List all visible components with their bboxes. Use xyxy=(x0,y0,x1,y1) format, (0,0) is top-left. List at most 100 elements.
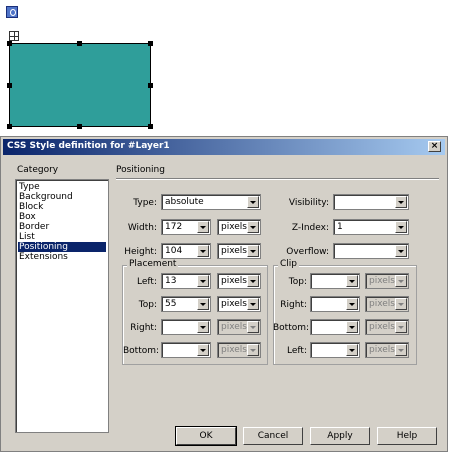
placement-bottom-label: Bottom: xyxy=(123,346,160,356)
chevron-down-icon[interactable] xyxy=(197,275,209,287)
resize-handle-bottom-left[interactable] xyxy=(7,124,12,129)
placement-left-label: Left: xyxy=(137,277,157,287)
chevron-down-icon xyxy=(395,298,407,310)
category-item-border[interactable]: Border xyxy=(18,222,106,232)
visibility-select[interactable] xyxy=(333,194,409,210)
ok-button[interactable]: OK xyxy=(175,426,237,446)
chevron-down-icon[interactable] xyxy=(395,221,407,233)
panel-divider xyxy=(116,178,439,179)
resize-handle-bottom-middle[interactable] xyxy=(77,124,82,129)
chevron-down-icon[interactable] xyxy=(247,221,259,233)
placement-bottom-input[interactable] xyxy=(161,342,211,358)
clip-right-label: Right: xyxy=(280,300,307,310)
width-input[interactable]: 172 xyxy=(161,219,211,235)
placement-bottom-unit-value: pixels xyxy=(221,345,247,355)
height-unit-value: pixels xyxy=(221,246,247,256)
help-button[interactable]: Help xyxy=(377,427,437,445)
layer-selection-handle-icon[interactable] xyxy=(9,31,19,41)
clip-top-input[interactable] xyxy=(310,273,360,289)
width-unit-select[interactable]: pixels xyxy=(217,219,261,235)
chevron-down-icon[interactable] xyxy=(346,344,358,356)
category-item-positioning[interactable]: Positioning xyxy=(18,242,106,252)
close-icon[interactable]: × xyxy=(428,141,441,152)
placement-top-input[interactable]: 55 xyxy=(161,296,211,312)
category-item-block[interactable]: Block xyxy=(18,202,106,212)
panel-title: Positioning xyxy=(116,165,165,175)
chevron-down-icon[interactable] xyxy=(346,275,358,287)
chevron-down-icon[interactable] xyxy=(197,221,209,233)
resize-handle-top-left[interactable] xyxy=(7,41,12,46)
clip-bottom-unit-select: pixels xyxy=(365,319,409,335)
chevron-down-icon[interactable] xyxy=(346,298,358,310)
chevron-down-icon[interactable] xyxy=(395,245,407,257)
chevron-down-icon[interactable] xyxy=(247,298,259,310)
clip-left-unit-value: pixels xyxy=(369,345,395,355)
category-list[interactable]: Type Background Block Box Border List Po… xyxy=(15,179,109,433)
chevron-down-icon[interactable] xyxy=(247,245,259,257)
apply-button[interactable]: Apply xyxy=(310,427,370,445)
clip-right-unit-value: pixels xyxy=(369,299,395,309)
clip-bottom-input[interactable] xyxy=(310,319,360,335)
clip-right-input[interactable] xyxy=(310,296,360,312)
zindex-label: Z-Index: xyxy=(291,223,329,233)
chevron-down-icon[interactable] xyxy=(197,321,209,333)
overflow-label: Overflow: xyxy=(286,247,329,257)
chevron-down-icon[interactable] xyxy=(247,196,259,208)
clip-right-unit-select: pixels xyxy=(365,296,409,312)
placement-legend: Placement xyxy=(127,259,179,269)
height-value: 104 xyxy=(165,246,183,256)
width-unit-value: pixels xyxy=(221,222,247,232)
clip-left-label: Left: xyxy=(287,346,307,356)
chevron-down-icon[interactable] xyxy=(395,196,407,208)
placement-right-unit-select: pixels xyxy=(217,319,261,335)
placement-top-label: Top: xyxy=(138,300,157,310)
placement-right-input[interactable] xyxy=(161,319,211,335)
clip-bottom-unit-value: pixels xyxy=(369,322,395,332)
chevron-down-icon xyxy=(395,275,407,287)
resize-handle-middle-right[interactable] xyxy=(148,83,153,88)
clip-left-input[interactable] xyxy=(310,342,360,358)
layer1-box[interactable] xyxy=(9,43,151,127)
dialog-titlebar[interactable]: CSS Style definition for #Layer1 × xyxy=(3,139,445,155)
clip-top-unit-select: pixels xyxy=(365,273,409,289)
resize-handle-top-middle[interactable] xyxy=(77,41,82,46)
type-label: Type: xyxy=(133,198,157,208)
height-unit-select[interactable]: pixels xyxy=(217,243,261,259)
zindex-input[interactable]: 1 xyxy=(333,219,409,235)
clip-left-unit-select: pixels xyxy=(365,342,409,358)
visibility-label: Visibility: xyxy=(288,198,329,208)
chevron-down-icon[interactable] xyxy=(197,298,209,310)
category-item-type[interactable]: Type xyxy=(18,182,106,192)
clip-bottom-label: Bottom: xyxy=(273,323,310,333)
type-value: absolute xyxy=(165,197,204,207)
chevron-down-icon[interactable] xyxy=(247,275,259,287)
chevron-down-icon xyxy=(395,344,407,356)
placement-left-value: 13 xyxy=(165,276,177,286)
category-item-list[interactable]: List xyxy=(18,232,106,242)
width-value: 172 xyxy=(165,222,183,232)
chevron-down-icon[interactable] xyxy=(346,321,358,333)
category-item-background[interactable]: Background xyxy=(18,192,106,202)
width-label: Width: xyxy=(127,223,157,233)
placement-left-unit-select[interactable]: pixels xyxy=(217,273,261,289)
css-style-dialog: CSS Style definition for #Layer1 × Categ… xyxy=(0,136,448,452)
type-select[interactable]: absolute xyxy=(161,194,261,210)
layer-marker-icon[interactable] xyxy=(6,6,18,18)
height-input[interactable]: 104 xyxy=(161,243,211,259)
height-label: Height: xyxy=(124,247,157,257)
chevron-down-icon[interactable] xyxy=(197,344,209,356)
category-item-extensions[interactable]: Extensions xyxy=(18,252,106,262)
chevron-down-icon[interactable] xyxy=(197,245,209,257)
placement-bottom-unit-select: pixels xyxy=(217,342,261,358)
cancel-button[interactable]: Cancel xyxy=(243,427,303,445)
placement-left-input[interactable]: 13 xyxy=(161,273,211,289)
resize-handle-bottom-right[interactable] xyxy=(148,124,153,129)
chevron-down-icon xyxy=(395,321,407,333)
category-item-box[interactable]: Box xyxy=(18,212,106,222)
dialog-title: CSS Style definition for #Layer1 xyxy=(7,141,170,151)
resize-handle-top-right[interactable] xyxy=(148,41,153,46)
resize-handle-middle-left[interactable] xyxy=(7,83,12,88)
chevron-down-icon xyxy=(247,344,259,356)
overflow-select[interactable] xyxy=(333,243,409,259)
placement-top-unit-select[interactable]: pixels xyxy=(217,296,261,312)
